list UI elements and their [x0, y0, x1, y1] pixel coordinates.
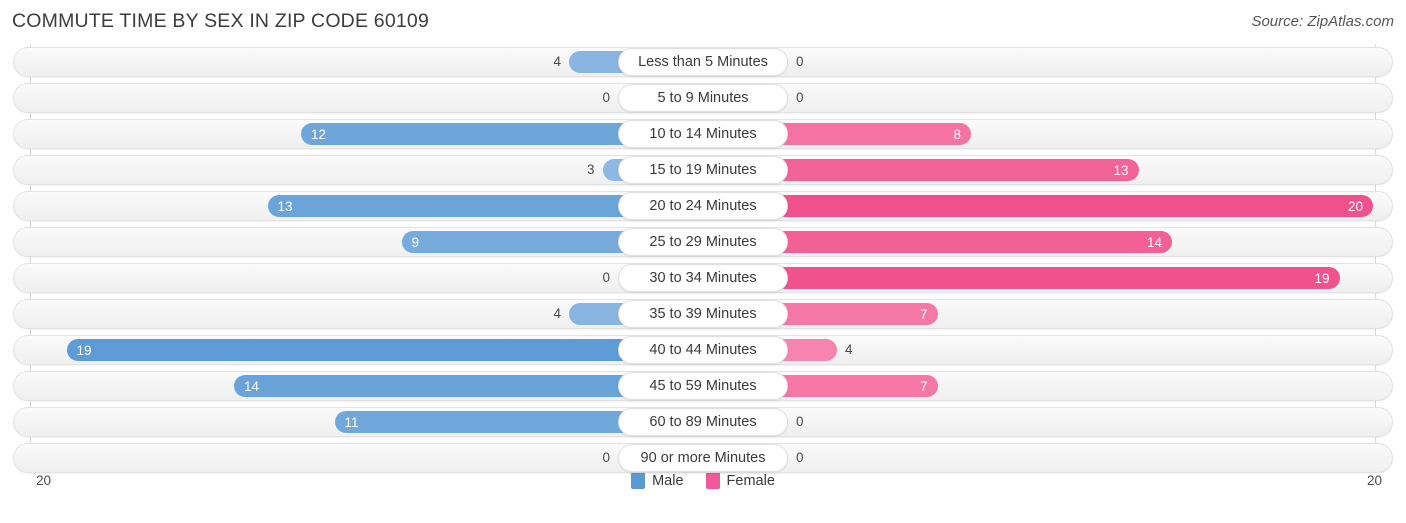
bar-female[interactable]: 20 — [703, 195, 1373, 217]
category-label: 10 to 14 Minutes — [618, 120, 788, 148]
bar-value-female: 0 — [796, 90, 804, 105]
bar-female[interactable]: 19 — [703, 267, 1340, 289]
category-label: Less than 5 Minutes — [618, 48, 788, 76]
chart-row: 0 19 30 to 34 Minutes — [0, 260, 1406, 296]
category-label: 30 to 34 Minutes — [618, 264, 788, 292]
bar-value-female: 14 — [1146, 234, 1162, 250]
chart-row: 0 0 90 or more Minutes — [0, 440, 1406, 476]
bar-value-female: 7 — [919, 306, 928, 322]
bar-value-male: 14 — [244, 378, 260, 394]
chart-row: 13 20 20 to 24 Minutes — [0, 188, 1406, 224]
chart-row: 12 8 10 to 14 Minutes — [0, 116, 1406, 152]
category-label: 60 to 89 Minutes — [618, 408, 788, 436]
bar-value-female: 13 — [1113, 162, 1129, 178]
bar-value-female: 19 — [1314, 270, 1330, 286]
bar-value-male: 4 — [553, 306, 561, 321]
chart-plot-area: 4 0 Less than 5 Minutes 0 0 5 to 9 Minutes 12 8… — [0, 44, 1406, 473]
bar-value-male: 13 — [277, 198, 293, 214]
bar-value-female: 7 — [919, 378, 928, 394]
page-title: COMMUTE TIME BY SEX IN ZIP CODE 60109 — [12, 10, 430, 32]
chart-row: 0 0 5 to 9 Minutes — [0, 80, 1406, 116]
category-label: 90 or more Minutes — [618, 444, 788, 472]
bar-value-female: 8 — [953, 126, 961, 142]
chart-row: 4 0 Less than 5 Minutes — [0, 44, 1406, 80]
chart-row: 4 7 35 to 39 Minutes — [0, 296, 1406, 332]
bar-value-female: 0 — [796, 54, 804, 69]
bar-value-male: 4 — [553, 54, 561, 69]
category-label: 15 to 19 Minutes — [618, 156, 788, 184]
bar-value-male: 19 — [76, 342, 92, 358]
bar-value-male: 3 — [586, 162, 595, 177]
category-label: 40 to 44 Minutes — [618, 336, 788, 364]
chart-row: 0 11 60 to 89 Minutes — [0, 404, 1406, 440]
chart-header: COMMUTE TIME BY SEX IN ZIP CODE 60109 So… — [0, 0, 1406, 44]
bar-value-male: 0 — [602, 450, 610, 465]
bar-value-female: 20 — [1347, 198, 1363, 214]
bar-value-female: 0 — [796, 414, 804, 429]
chart-row: 3 13 15 to 19 Minutes — [0, 152, 1406, 188]
chart-rows: 4 0 Less than 5 Minutes 0 0 5 to 9 Minutes 12 8… — [0, 44, 1406, 476]
source-attribution: Source: ZipAtlas.com — [1251, 13, 1394, 30]
bar-value-male: 11 — [344, 414, 359, 430]
chart-row: 9 14 25 to 29 Minutes — [0, 224, 1406, 260]
category-label: 20 to 24 Minutes — [618, 192, 788, 220]
category-label: 45 to 59 Minutes — [618, 372, 788, 400]
bar-value-female: 0 — [796, 450, 804, 465]
bar-male[interactable]: 19 — [66, 339, 703, 361]
category-label: 25 to 29 Minutes — [618, 228, 788, 256]
chart-row: 4 19 40 to 44 Minutes — [0, 332, 1406, 368]
bar-value-male: 12 — [311, 126, 327, 142]
bar-value-male: 9 — [411, 234, 420, 250]
bar-value-female: 4 — [845, 342, 853, 357]
bar-value-male: 0 — [602, 270, 610, 285]
category-label: 35 to 39 Minutes — [618, 300, 788, 328]
bar-value-male: 0 — [602, 90, 610, 105]
chart-row: 14 7 45 to 59 Minutes — [0, 368, 1406, 404]
category-label: 5 to 9 Minutes — [618, 84, 788, 112]
